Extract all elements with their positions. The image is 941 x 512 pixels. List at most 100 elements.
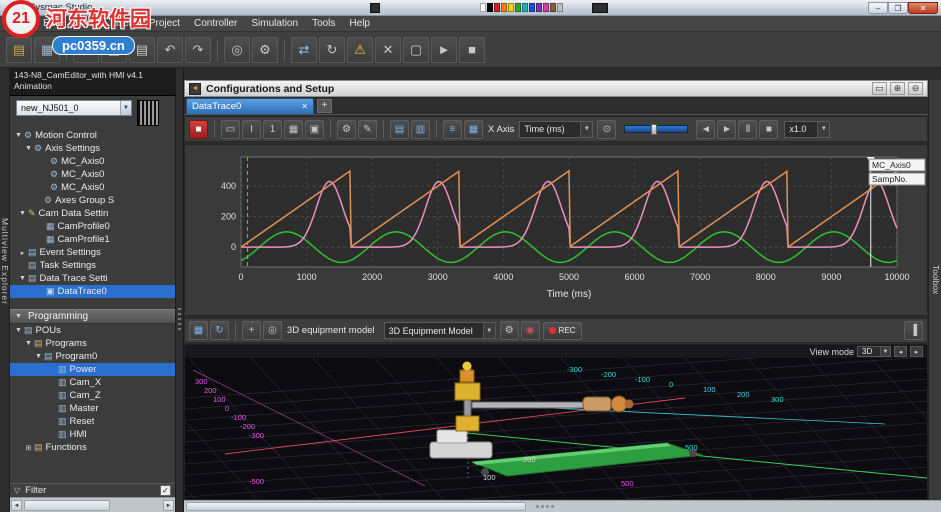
tree-item-event-settings[interactable]: ▸ ▤ Event Settings <box>10 246 175 259</box>
zoom-in-icon[interactable]: ⊕ <box>890 82 905 95</box>
tree-item-cam-data-settin[interactable]: ▼ ✎ Cam Data Settin <box>10 207 175 220</box>
scroll-right-icon[interactable]: ► <box>163 500 174 511</box>
expander-icon[interactable]: ⊞ <box>24 444 33 452</box>
tab-datatrace0[interactable]: DataTrace0 ✕ <box>186 98 314 114</box>
filter-row[interactable]: ▽ Filter ✓ <box>10 483 175 497</box>
model-grid-icon[interactable]: ▦ <box>189 321 208 340</box>
monitor-icon[interactable]: ▢ <box>403 36 429 63</box>
maximize-button[interactable]: ❐ <box>888 1 908 14</box>
expander-icon[interactable]: ▼ <box>14 327 23 334</box>
tree-item-camprofile0[interactable]: ▦ CamProfile0 <box>10 220 175 233</box>
step-back-button[interactable]: ◄ <box>696 119 716 139</box>
menu-simulation[interactable]: Simulation <box>244 17 305 30</box>
playback-position-slider[interactable] <box>624 124 689 135</box>
scrollbar-handle[interactable] <box>24 500 110 511</box>
tree-item-programs[interactable]: ▼ ▤ Programs <box>10 337 175 350</box>
sidebar-horizontal-scrollbar[interactable]: ◄ ► <box>10 497 175 512</box>
split-view-icon[interactable]: ▦ <box>464 119 483 139</box>
trace-edit-icon[interactable]: ✎ <box>358 119 377 139</box>
tree-item-data-trace-setti[interactable]: ▼ ▤ Data Trace Setti <box>10 272 175 285</box>
side-panel-toggle-icon[interactable]: ▐ <box>904 321 923 340</box>
search-icon[interactable]: ◎ <box>224 36 250 63</box>
slider-thumb[interactable] <box>651 124 658 135</box>
back-icon[interactable]: ◄ <box>189 82 201 95</box>
warning-icon[interactable]: ⚠ <box>347 36 373 63</box>
expander-icon[interactable]: ▸ <box>18 249 27 257</box>
minimize-button[interactable]: – <box>868 1 888 14</box>
tree-item-reset[interactable]: ▥ Reset <box>10 415 175 428</box>
model-select[interactable]: 3D Equipment Model ▼ <box>383 322 496 339</box>
3d-model-canvas[interactable]: 3002001000-100-200-300-500 500-300-200-10… <box>185 358 927 499</box>
marker-tool-icon[interactable]: 1 <box>263 119 282 139</box>
add-tab-button[interactable]: + <box>317 99 332 113</box>
expander-icon[interactable]: ▼ <box>24 340 33 347</box>
chart-type-1-icon[interactable]: ▤ <box>390 119 409 139</box>
x-axis-select[interactable]: Time (ms) ▼ <box>519 120 594 138</box>
tree-item-cam-x[interactable]: ▥ Cam_X <box>10 376 175 389</box>
tree-item-axes-group-s[interactable]: ⚙ Axes Group S <box>10 194 175 207</box>
tree-item-camprofile1[interactable]: ▦ CamProfile1 <box>10 233 175 246</box>
grid-toggle-icon[interactable]: ▦ <box>284 119 303 139</box>
menu-controller[interactable]: Controller <box>187 17 244 30</box>
overlay-view-icon[interactable]: ≡ <box>443 119 462 139</box>
tree-item-master[interactable]: ▥ Master <box>10 402 175 415</box>
expander-icon[interactable]: ▼ <box>18 275 27 282</box>
tree-item-power[interactable]: ▥ Power <box>10 363 175 376</box>
trace-settings-icon[interactable]: ⚙ <box>337 119 356 139</box>
go-online-icon[interactable]: ⇄ <box>291 36 317 63</box>
tab-close-icon[interactable]: ✕ <box>301 102 308 111</box>
view-next-icon[interactable]: ▸ <box>910 346 923 357</box>
tree-item-task-settings[interactable]: ▤ Task Settings <box>10 259 175 272</box>
tree-item-pous[interactable]: ▼ ▤ POUs <box>10 324 175 337</box>
tree-item-program0[interactable]: ▼ ▤ Program0 <box>10 350 175 363</box>
undo-icon[interactable]: ↶ <box>157 36 183 63</box>
tree-item-datatrace0[interactable]: ▣ DataTrace0 <box>10 285 175 298</box>
stop-button[interactable]: ■ <box>759 119 779 139</box>
device-compare-button[interactable] <box>137 100 159 126</box>
expander-icon[interactable]: ▼ <box>18 210 27 217</box>
tree-item-functions[interactable]: ⊞ ▤ Functions <box>10 441 175 454</box>
stop-trace-button[interactable]: ■ <box>189 119 208 139</box>
panel-splitter[interactable] <box>176 68 184 512</box>
synchronize-icon[interactable]: ↻ <box>319 36 345 63</box>
tree-item-cam-z[interactable]: ▥ Cam_Z <box>10 389 175 402</box>
tree-item-axis-settings[interactable]: ▼ ⚙ Axis Settings <box>10 142 175 155</box>
toolbox-rail[interactable]: Toolbox <box>928 80 941 500</box>
select-region-icon[interactable]: ▭ <box>872 82 887 95</box>
model-pan-icon[interactable]: + <box>242 321 261 340</box>
programming-section-header[interactable]: ▼ Programming <box>10 309 175 324</box>
cursor-tool-icon[interactable]: I <box>242 119 261 139</box>
view-mode-select[interactable]: 3D ▼ <box>857 346 891 357</box>
pointer-tool-icon[interactable]: ▭ <box>221 119 240 139</box>
pause-button[interactable]: Ⅱ <box>738 119 758 139</box>
time-cursor-icon[interactable]: ⊙ <box>597 119 617 139</box>
tree-item-mc-axis0[interactable]: ⚙ MC_Axis0 <box>10 155 175 168</box>
3d-model-view[interactable]: View mode 3D ▼ ◂ ▸ 300 200 100 0 -100 -200 -30… <box>184 344 928 500</box>
expander-icon[interactable]: ▼ <box>14 132 23 139</box>
chart-type-2-icon[interactable]: ▥ <box>411 119 430 139</box>
run-icon[interactable]: ► <box>431 36 457 63</box>
model-rotate-icon[interactable]: ↻ <box>210 321 229 340</box>
horizontal-scrollbar[interactable] <box>184 500 941 512</box>
tree-item-motion-control[interactable]: ▼ ⚙ Motion Control <box>10 129 175 142</box>
playback-speed-select[interactable]: x1.0 ▼ <box>784 120 831 138</box>
tree-item-mc-axis0[interactable]: ⚙ MC_Axis0 <box>10 181 175 194</box>
data-trace-chart[interactable]: 0 1000 2000 3000 4000 5000 6000 7000 8000 9000 100… <box>185 145 927 315</box>
redo-icon[interactable]: ↷ <box>185 36 211 63</box>
multiview-explorer-rail[interactable]: Multiview Explorer <box>0 68 10 512</box>
menu-help[interactable]: Help <box>342 17 377 30</box>
close-button[interactable]: ✕ <box>908 1 938 14</box>
stop-icon[interactable]: ■ <box>459 36 485 63</box>
build-icon[interactable]: ⚙ <box>252 36 278 63</box>
filter-checkbox[interactable]: ✓ <box>160 485 171 496</box>
open-project-icon[interactable]: ▤ <box>6 36 32 63</box>
camera-icon[interactable]: ◉ <box>520 321 540 340</box>
scrollbar-handle[interactable] <box>186 502 526 511</box>
legend-toggle-icon[interactable]: ▣ <box>305 119 324 139</box>
expander-icon[interactable]: ▼ <box>14 313 23 320</box>
zoom-out-icon[interactable]: ⊖ <box>908 82 923 95</box>
view-prev-icon[interactable]: ◂ <box>894 346 907 357</box>
model-settings-icon[interactable]: ⚙ <box>499 321 519 340</box>
expander-icon[interactable]: ▼ <box>34 353 43 360</box>
device-select[interactable]: new_NJ501_0 ▼ <box>16 100 132 116</box>
